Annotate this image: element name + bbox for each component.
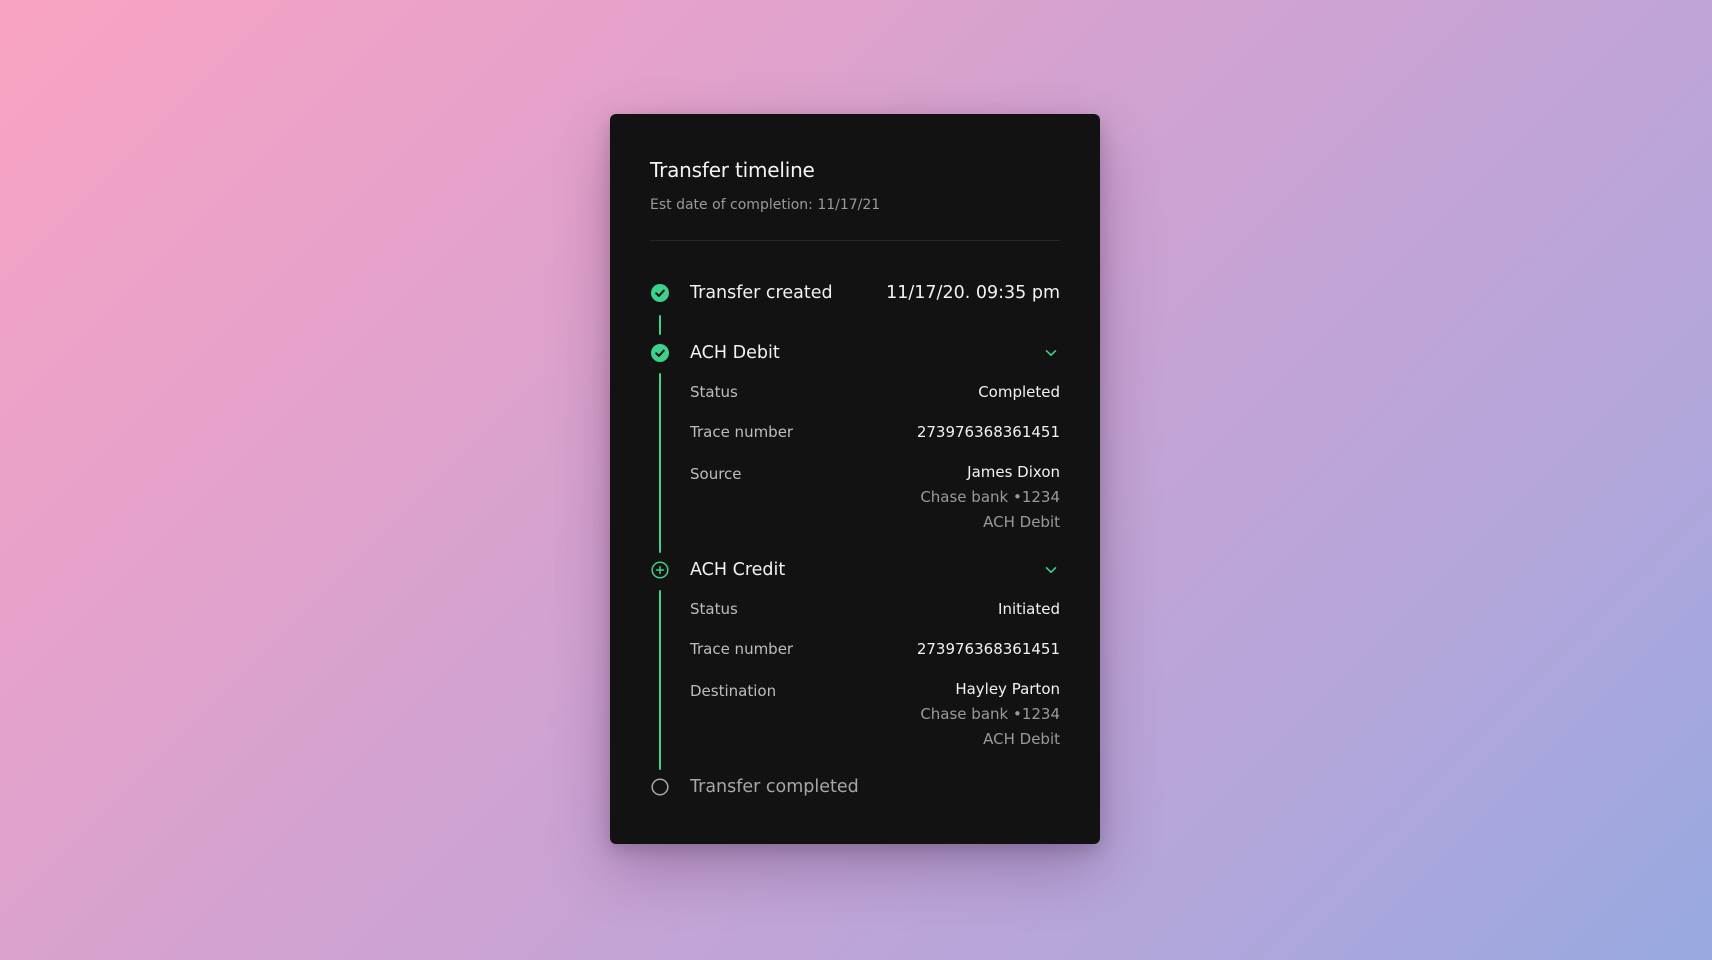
step-timestamp: 11/17/20. 09:35 pm — [886, 283, 1060, 303]
card-title: Transfer timeline — [650, 158, 815, 182]
step-label: ACH Credit — [690, 560, 786, 580]
check-circle-icon — [650, 283, 670, 303]
detail-key: Source — [690, 465, 742, 483]
transfer-timeline-card: Transfer timeline Est date of completion… — [610, 114, 1100, 844]
step-label: ACH Debit — [690, 343, 780, 363]
party-bank: Chase bank •1234 — [920, 705, 1060, 723]
detail-value: Completed — [978, 383, 1060, 401]
detail-row-status: Status Completed — [690, 382, 1060, 402]
party-method: ACH Debit — [983, 730, 1060, 748]
divider — [650, 240, 1060, 241]
detail-value: 273976368361451 — [916, 423, 1060, 441]
detail-value: James Dixon Chase bank •1234 ACH Debit — [920, 462, 1060, 532]
plus-circle-icon — [650, 560, 670, 580]
detail-row-trace: Trace number 273976368361451 — [690, 639, 1060, 659]
chevron-down-icon[interactable] — [1041, 343, 1061, 363]
detail-key: Destination — [690, 682, 777, 700]
chevron-down-icon[interactable] — [1041, 560, 1061, 580]
party-method: ACH Debit — [983, 513, 1060, 531]
detail-key: Trace number — [690, 640, 794, 658]
detail-key: Trace number — [690, 423, 794, 441]
detail-row-status: Status Initiated — [690, 599, 1060, 619]
party-name: Hayley Parton — [955, 680, 1060, 698]
step-label: Transfer completed — [690, 777, 859, 797]
timeline: Transfer created 11/17/20. 09:35 pm ACH … — [650, 281, 1060, 799]
step-details: Status Completed Trace number 2739763683… — [690, 365, 1060, 532]
detail-value: 273976368361451 — [916, 640, 1060, 658]
step-details: Status Initiated Trace number 2739763683… — [690, 582, 1060, 749]
empty-circle-icon — [650, 777, 670, 797]
detail-row-source: Source James Dixon Chase bank •1234 ACH … — [690, 462, 1060, 532]
step-label: Transfer created — [690, 283, 833, 303]
detail-value: Initiated — [998, 600, 1060, 618]
check-circle-icon — [650, 343, 670, 363]
timeline-connector — [659, 590, 661, 770]
timeline-step-ach-credit[interactable]: ACH Credit Status Initiated Trace number… — [650, 558, 1061, 770]
detail-key: Status — [690, 600, 738, 618]
timeline-step-transfer-completed: Transfer completed — [650, 775, 1060, 799]
completion-estimate: Est date of completion: 11/17/21 — [650, 197, 881, 213]
timeline-connector — [659, 315, 661, 335]
party-bank: Chase bank •1234 — [920, 488, 1060, 506]
timeline-connector — [659, 373, 661, 553]
detail-key: Status — [690, 383, 738, 401]
detail-value: Hayley Parton Chase bank •1234 ACH Debit — [920, 679, 1060, 749]
timeline-step-ach-debit[interactable]: ACH Debit Status Completed Trace number … — [650, 341, 1061, 553]
detail-row-destination: Destination Hayley Parton Chase bank •12… — [690, 679, 1060, 749]
timeline-step-transfer-created: Transfer created 11/17/20. 09:35 pm — [650, 281, 1060, 335]
detail-row-trace: Trace number 273976368361451 — [690, 422, 1060, 442]
party-name: James Dixon — [967, 463, 1060, 481]
